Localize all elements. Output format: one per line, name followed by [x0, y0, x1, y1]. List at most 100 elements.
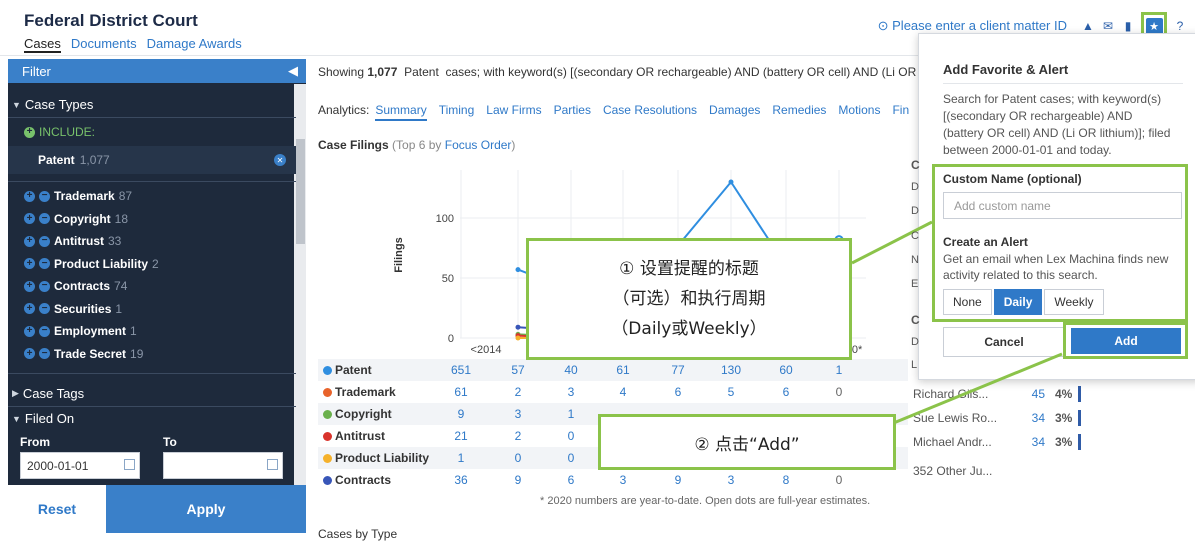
table-cell[interactable]: 3	[603, 473, 643, 487]
tab-summary[interactable]: Summary	[375, 103, 427, 121]
filed-on-header[interactable]: ▼ Filed On	[8, 411, 296, 426]
exclude-minus-icon[interactable]: −	[39, 213, 50, 224]
table-cell[interactable]: 1	[551, 407, 591, 421]
tab-documents[interactable]: Documents	[71, 36, 137, 53]
tab-law-firms[interactable]: Law Firms	[486, 103, 541, 121]
add-button[interactable]: Add	[1071, 328, 1181, 354]
case-type-item[interactable]: + − Trademark 87	[8, 189, 296, 203]
case-type-item[interactable]: + − Contracts 74	[8, 279, 296, 293]
apply-button[interactable]: Apply	[106, 485, 306, 533]
table-cell[interactable]: 1	[441, 451, 481, 465]
from-date-input[interactable]: 2000-01-01	[20, 452, 140, 479]
tab-cases[interactable]: Cases	[24, 36, 61, 53]
table-cell[interactable]: 9	[441, 407, 481, 421]
case-type-item[interactable]: + − Copyright 18	[8, 212, 296, 226]
table-cell[interactable]: 9	[658, 473, 698, 487]
to-date-input[interactable]	[163, 452, 283, 479]
tab-case-resolutions[interactable]: Case Resolutions	[603, 103, 697, 121]
table-cell[interactable]: 0	[819, 473, 859, 487]
table-cell[interactable]: 0	[551, 451, 591, 465]
table-cell[interactable]: 57	[498, 363, 538, 377]
option-daily[interactable]: Daily	[993, 289, 1043, 315]
exclude-minus-icon[interactable]: −	[39, 280, 50, 292]
include-plus-icon[interactable]: +	[24, 303, 35, 314]
table-cell[interactable]: 0	[819, 385, 859, 399]
table-cell[interactable]: 0	[551, 429, 591, 443]
collapse-icon[interactable]: ◀	[288, 63, 298, 79]
cancel-button[interactable]: Cancel	[943, 327, 1065, 357]
caret-right-icon: ▶	[12, 388, 19, 398]
tab-damages[interactable]: Damages	[709, 103, 760, 121]
table-cell[interactable]: 40	[551, 363, 591, 377]
include-plus-icon[interactable]: +	[24, 235, 35, 247]
chart-icon[interactable]: ▲	[1081, 19, 1095, 33]
table-cell[interactable]: 5	[711, 385, 751, 399]
custom-name-input[interactable]	[943, 192, 1182, 219]
case-type-item[interactable]: + − Employment 1	[8, 324, 296, 338]
tab-damage-awards[interactable]: Damage Awards	[147, 36, 242, 53]
tab-findings[interactable]: Fin	[892, 103, 909, 121]
case-type-item[interactable]: + − Trade Secret 19	[8, 347, 296, 361]
judge-row[interactable]: Sue Lewis Ro... 34 3%	[913, 410, 1082, 426]
table-cell[interactable]: 3	[498, 407, 538, 421]
option-none[interactable]: None	[943, 289, 992, 315]
table-cell[interactable]: 6	[766, 385, 806, 399]
table-cell[interactable]: 3	[711, 473, 751, 487]
help-icon[interactable]: ?	[1173, 19, 1187, 33]
option-weekly[interactable]: Weekly	[1044, 289, 1104, 315]
case-type-item[interactable]: + − Antitrust 33	[8, 234, 296, 248]
exclude-minus-icon[interactable]: −	[39, 348, 50, 359]
remove-icon[interactable]: ✕	[274, 154, 286, 166]
calendar-icon[interactable]	[267, 459, 278, 470]
tab-timing[interactable]: Timing	[439, 103, 475, 121]
exclude-minus-icon[interactable]: −	[39, 190, 50, 202]
table-cell[interactable]: 3	[551, 385, 591, 399]
tab-parties[interactable]: Parties	[554, 103, 591, 121]
mail-icon[interactable]: ✉	[1101, 19, 1115, 33]
client-matter-link[interactable]: ⊙ Please enter a client matter ID	[878, 18, 1067, 34]
table-cell[interactable]: 0	[498, 451, 538, 465]
reset-button[interactable]: Reset	[8, 485, 106, 533]
table-cell[interactable]: 61	[441, 385, 481, 399]
divider	[8, 117, 296, 118]
include-label: + INCLUDE:	[8, 125, 296, 139]
other-judges[interactable]: 352 Other Ju...	[913, 464, 992, 478]
table-cell[interactable]: 36	[441, 473, 481, 487]
table-cell[interactable]: 9	[498, 473, 538, 487]
table-cell[interactable]: 1	[819, 363, 859, 377]
include-plus-icon[interactable]: +	[24, 348, 35, 359]
calendar-icon[interactable]	[124, 459, 135, 470]
exclude-minus-icon[interactable]: −	[39, 235, 50, 247]
table-cell[interactable]: 8	[766, 473, 806, 487]
table-cell[interactable]: 6	[658, 385, 698, 399]
judge-row[interactable]: Richard Gils... 45 4%	[913, 386, 1082, 402]
chart-footnote: * 2020 numbers are year-to-date. Open do…	[540, 495, 871, 507]
table-cell[interactable]: 2	[498, 429, 538, 443]
scrollbar-thumb[interactable]	[296, 139, 305, 244]
include-plus-icon[interactable]: +	[24, 258, 35, 269]
judge-row[interactable]: Michael Andr... 34 3%	[913, 434, 1082, 450]
table-cell[interactable]: 651	[441, 363, 481, 377]
include-plus-icon[interactable]: +	[24, 213, 35, 224]
document-icon[interactable]: ▮	[1121, 19, 1135, 33]
case-type-item[interactable]: + − Securities 1	[8, 302, 296, 316]
table-cell[interactable]: 21	[441, 429, 481, 443]
exclude-minus-icon[interactable]: −	[39, 258, 50, 269]
table-cell[interactable]: 130	[711, 363, 751, 377]
table-cell[interactable]: 61	[603, 363, 643, 377]
include-plus-icon[interactable]: +	[24, 325, 35, 337]
case-type-item[interactable]: + − Product Liability 2	[8, 257, 296, 271]
table-cell[interactable]: 60	[766, 363, 806, 377]
tab-remedies[interactable]: Remedies	[772, 103, 826, 121]
case-tags-header[interactable]: ▶ Case Tags	[8, 386, 296, 401]
include-plus-icon[interactable]: +	[24, 190, 35, 202]
table-cell[interactable]: 4	[603, 385, 643, 399]
tab-motions[interactable]: Motions	[838, 103, 880, 121]
case-types-header[interactable]: ▼ Case Types	[8, 97, 296, 112]
table-cell[interactable]: 6	[551, 473, 591, 487]
exclude-minus-icon[interactable]: −	[39, 303, 50, 314]
table-cell[interactable]: 77	[658, 363, 698, 377]
exclude-minus-icon[interactable]: −	[39, 325, 50, 337]
include-plus-icon[interactable]: +	[24, 280, 35, 292]
table-cell[interactable]: 2	[498, 385, 538, 399]
